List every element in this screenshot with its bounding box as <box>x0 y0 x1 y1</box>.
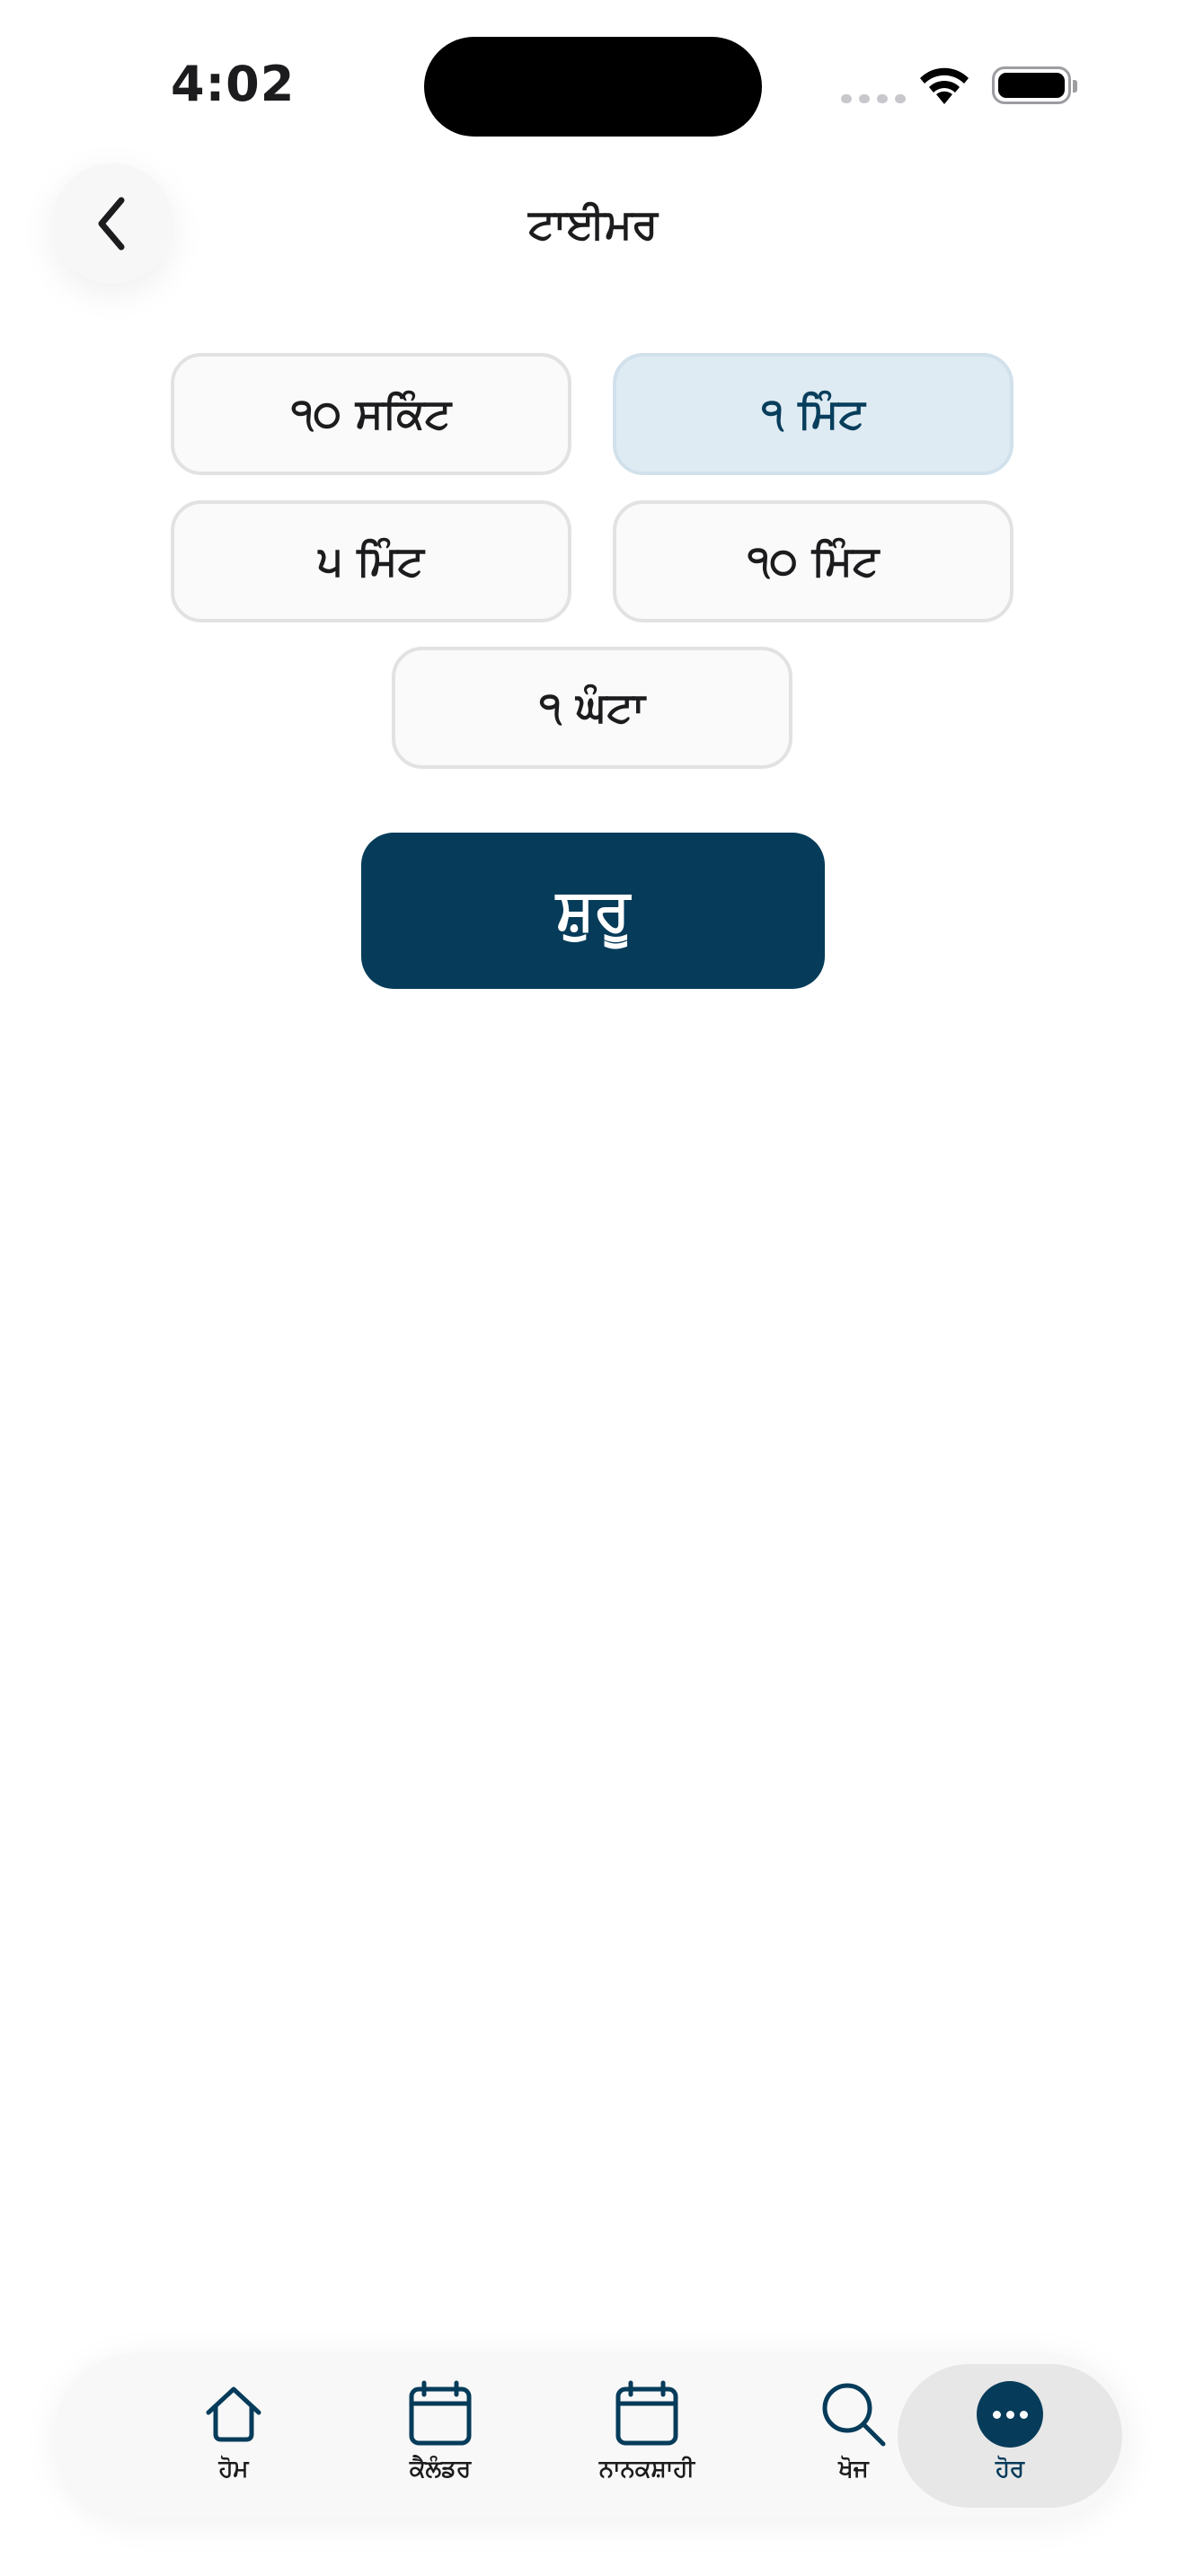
status-time: 4:02 <box>171 56 296 112</box>
timer-option-label: ੧੦ ਸਕਿੰਟ <box>290 389 452 437</box>
tab-nanakshahi[interactable]: ਨਾਨਕਸ਼ਾਹੀ <box>544 2353 750 2519</box>
calendar-icon <box>404 2378 476 2450</box>
timer-option-label: ੧੦ ਮਿੰਟ <box>747 536 880 585</box>
timer-option-1-minute[interactable]: ੧ ਮਿੰਟ <box>613 353 1013 475</box>
cellular-signal-icon <box>841 94 906 103</box>
home-icon <box>198 2378 270 2450</box>
timer-option-5-minutes[interactable]: ੫ ਮਿੰਟ <box>171 500 571 622</box>
dynamic-island <box>424 37 762 137</box>
timer-option-10-seconds[interactable]: ੧੦ ਸਕਿੰਟ <box>171 353 571 475</box>
tab-home[interactable]: ਹੋਮ <box>130 2353 337 2519</box>
start-button-label: ਸ਼ੁਰੂ <box>555 878 631 944</box>
calendar-icon <box>611 2378 683 2450</box>
start-button[interactable]: ਸ਼ੁਰੂ <box>361 833 825 989</box>
tab-bar: ਹੋਮ ਕੈਲੰਡਰ ਨਾਨਕਸ਼ਾਹੀ ਖੋਜ ਹੋਰ <box>54 2353 1128 2519</box>
timer-option-1-hour[interactable]: ੧ ਘੰਟਾ <box>392 647 792 769</box>
tab-label: ਖੋਜ <box>838 2456 869 2483</box>
search-icon <box>818 2378 890 2450</box>
timer-option-label: ੧ ਘੰਟਾ <box>539 683 645 731</box>
page-title: ਟਾਈਮਰ <box>527 199 659 248</box>
tab-label: ਨਾਨਕਸ਼ਾਹੀ <box>598 2456 695 2483</box>
battery-icon <box>992 66 1077 104</box>
wifi-icon <box>916 63 972 110</box>
timer-option-label: ੧ ਮਿੰਟ <box>761 389 865 437</box>
tab-label: ਹੋਮ <box>218 2456 249 2483</box>
timer-option-10-minutes[interactable]: ੧੦ ਮਿੰਟ <box>613 500 1013 622</box>
more-icon <box>974 2378 1046 2450</box>
timer-option-label: ੫ ਮਿੰਟ <box>318 536 424 585</box>
tab-more[interactable]: ਹੋਰ <box>894 2353 1126 2519</box>
tab-calendar[interactable]: ਕੈਲੰਡਰ <box>337 2353 544 2519</box>
tab-label: ਹੋਰ <box>995 2456 1025 2483</box>
tab-label: ਕੈਲੰਡਰ <box>409 2456 472 2483</box>
